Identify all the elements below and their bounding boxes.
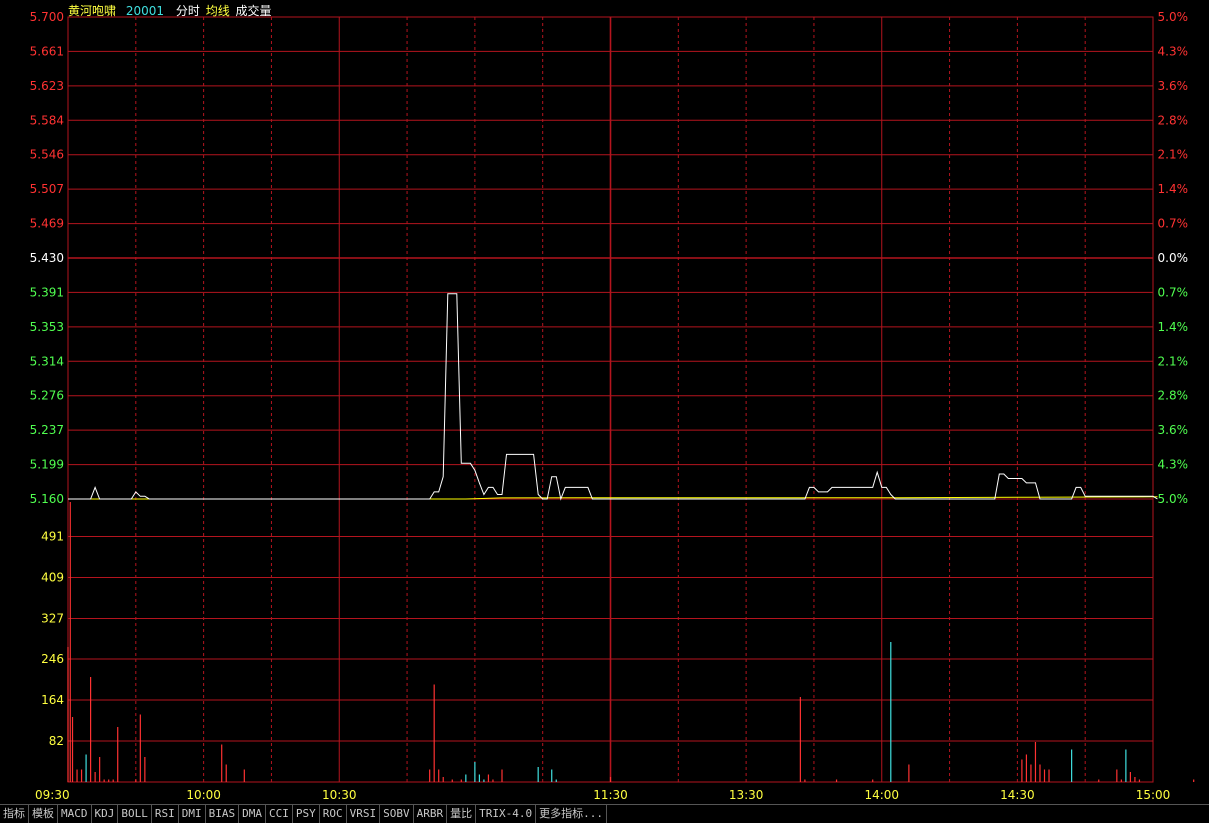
price-tick-label: 5.584 — [30, 113, 64, 127]
toolbar-item[interactable]: CCI — [266, 805, 293, 823]
avg-label: 均线 — [205, 4, 230, 18]
time-tick-label: 15:00 — [1136, 788, 1171, 802]
toolbar-item[interactable]: BIAS — [206, 805, 240, 823]
price-tick-label: 5.276 — [30, 389, 64, 403]
toolbar-item[interactable]: KDJ — [92, 805, 119, 823]
toolbar-item[interactable]: TRIX-4.0 — [476, 805, 537, 823]
price-tick-label: 5.314 — [30, 354, 64, 368]
time-tick-label: 14:00 — [864, 788, 899, 802]
percent-tick-label: 4.3% — [1158, 44, 1189, 58]
indicator-toolbar: 指标 模板 MACD KDJ BOLL RSI DMI BIAS DMA CCI PSY ROC VRS… — [0, 804, 1209, 823]
toolbar-item[interactable]: BOLL — [118, 805, 152, 823]
percent-tick-label: 2.8% — [1158, 113, 1189, 127]
toolbar-item[interactable]: RSI — [152, 805, 179, 823]
price-tick-label: 5.199 — [30, 458, 64, 472]
time-tick-label: 09:30 — [35, 788, 70, 802]
price-line — [68, 293, 1158, 501]
percent-tick-label: 2.1% — [1158, 354, 1189, 368]
toolbar-item[interactable]: SOBV — [380, 805, 414, 823]
toolbar-item[interactable]: PSY — [293, 805, 320, 823]
percent-tick-label: 5.0% — [1158, 492, 1189, 506]
time-tick-label: 10:30 — [322, 788, 357, 802]
percent-tick-label: 2.1% — [1158, 148, 1189, 162]
time-tick-label: 13:30 — [729, 788, 764, 802]
price-tick-label: 5.469 — [30, 217, 64, 231]
toolbar-item[interactable]: 更多指标... — [536, 805, 607, 823]
percent-tick-label: 1.4% — [1158, 320, 1189, 334]
toolbar-item[interactable]: ROC — [320, 805, 347, 823]
toolbar-item[interactable]: MACD — [58, 805, 92, 823]
intraday-chart[interactable]: 5.700 5.0% 5.661 4.3% 5.623 3.6% 5.584 2.8% 5.54… — [0, 0, 1209, 822]
toolbar-item[interactable]: DMA — [239, 805, 266, 823]
stock-name: 黄河咆啸 — [68, 4, 117, 18]
volume-tick-label: 164 — [41, 693, 64, 707]
percent-tick-label: 0.7% — [1158, 285, 1189, 299]
toolbar-item[interactable]: 模板 — [29, 805, 58, 823]
volume-tick-label: 491 — [41, 530, 64, 544]
volume-tick-label: 246 — [41, 652, 64, 666]
time-tick-label: 14:30 — [1000, 788, 1035, 802]
volume-tick-label: 327 — [41, 612, 64, 626]
volume-tick-label: 82 — [49, 734, 64, 748]
price-tick-label: 5.507 — [30, 182, 64, 196]
price-tick-label: 5.546 — [30, 148, 64, 162]
stock-code: 20001 — [125, 4, 165, 18]
volume-tick-label: 409 — [41, 571, 64, 585]
price-tick-label: 5.623 — [30, 79, 64, 93]
toolbar-item[interactable]: ARBR — [414, 805, 448, 823]
volume-label: 成交量 — [235, 4, 272, 18]
toolbar-item[interactable]: 指标 — [0, 805, 29, 823]
percent-tick-label: 0.0% — [1158, 251, 1189, 265]
price-tick-label: 5.430 — [30, 251, 64, 265]
price-tick-label: 5.700 — [30, 10, 64, 24]
percent-tick-label: 3.6% — [1158, 423, 1189, 437]
percent-tick-label: 3.6% — [1158, 79, 1189, 93]
toolbar-item[interactable]: DMI — [179, 805, 206, 823]
time-tick-label: 10:00 — [186, 788, 221, 802]
percent-tick-label: 2.8% — [1158, 389, 1189, 403]
percent-tick-label: 0.7% — [1158, 217, 1189, 231]
toolbar-item[interactable]: VRSI — [347, 805, 381, 823]
price-tick-label: 5.391 — [30, 285, 64, 299]
price-tick-label: 5.237 — [30, 423, 64, 437]
time-tick-label: 11:30 — [593, 788, 628, 802]
percent-tick-label: 1.4% — [1158, 182, 1189, 196]
toolbar-item[interactable]: 量比 — [447, 805, 477, 823]
price-tick-label: 5.661 — [30, 44, 64, 58]
price-tick-label: 5.160 — [30, 492, 64, 506]
percent-tick-label: 5.0% — [1158, 10, 1189, 24]
mode-label: 分时 — [175, 4, 200, 18]
price-tick-label: 5.353 — [30, 320, 64, 334]
percent-tick-label: 4.3% — [1158, 458, 1189, 472]
